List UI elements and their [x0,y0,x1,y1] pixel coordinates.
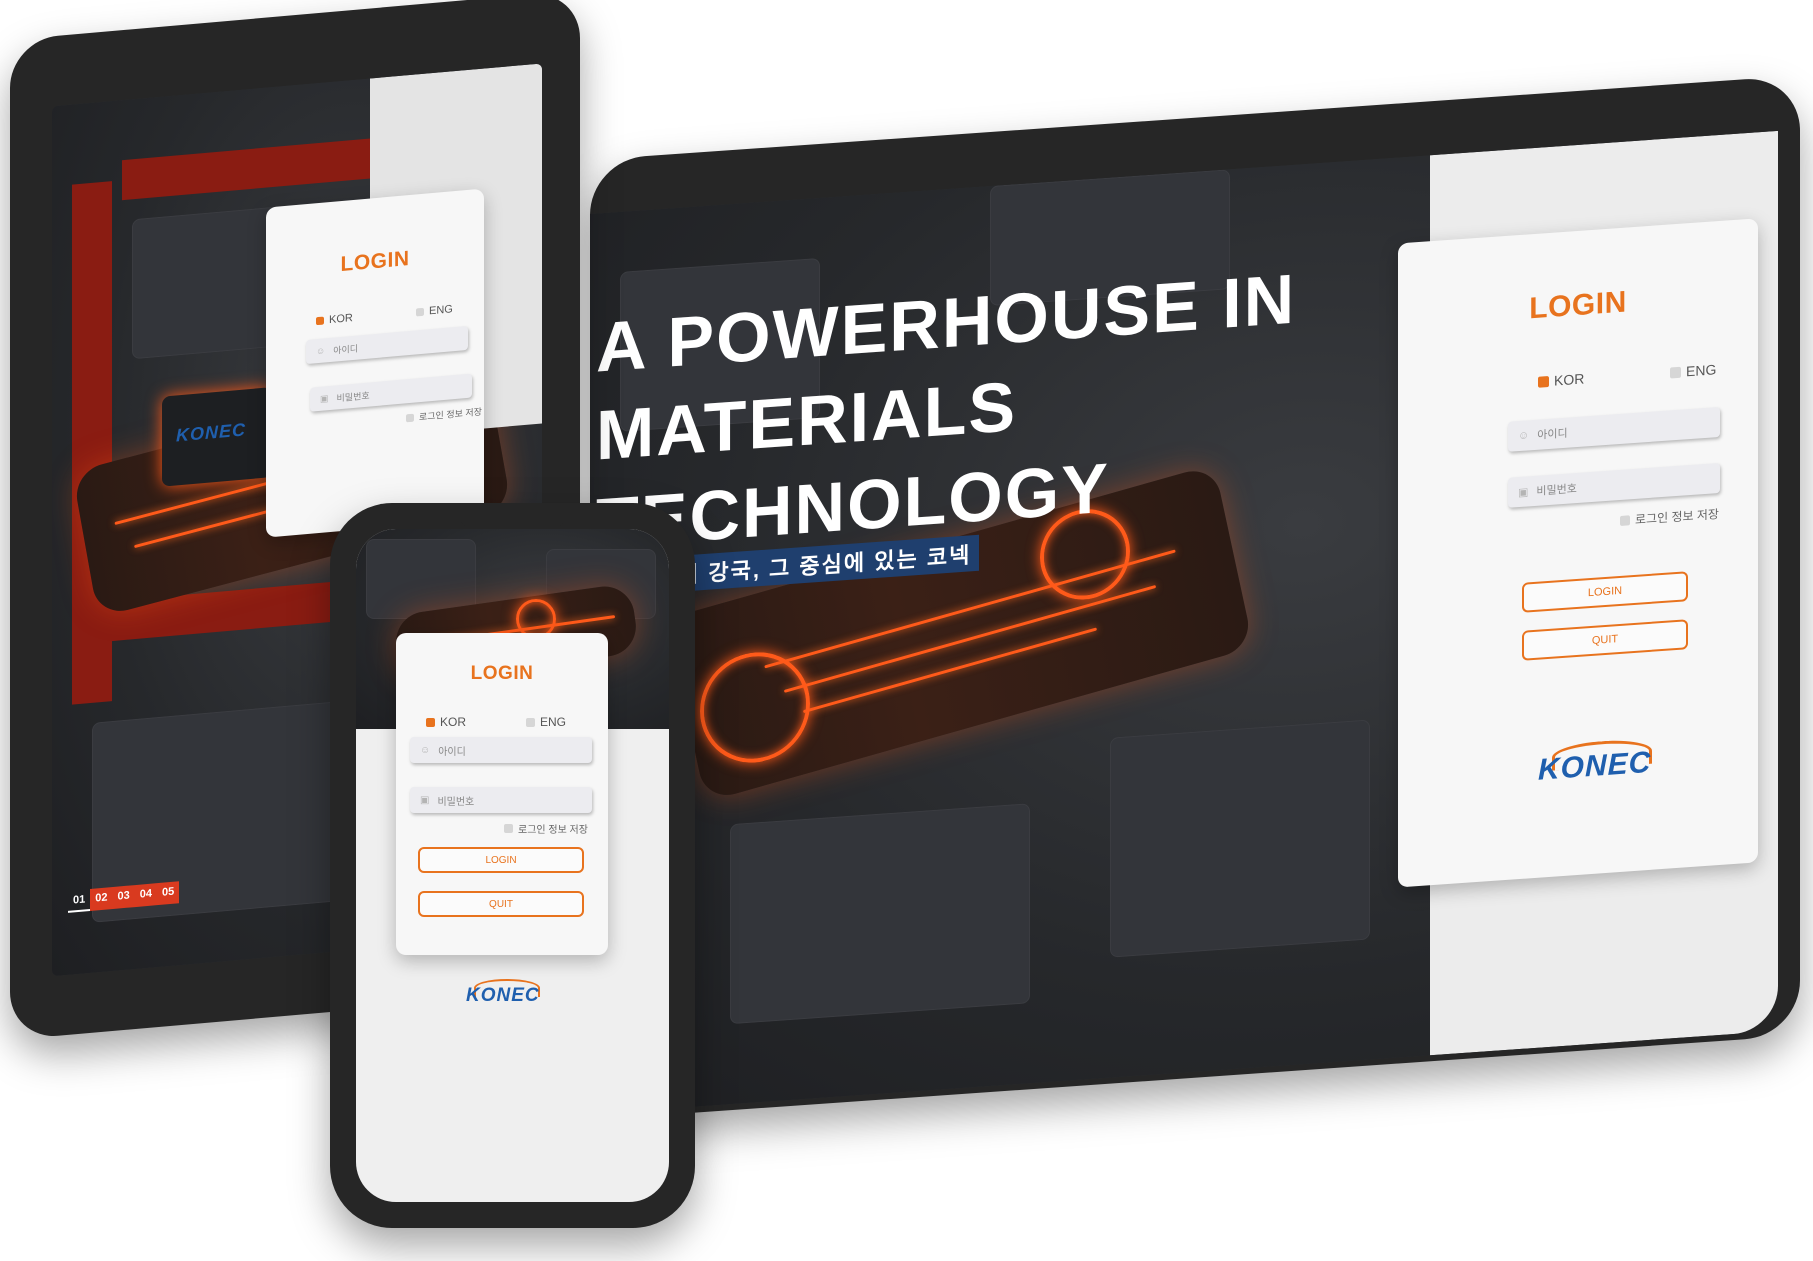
phone-notch [460,511,565,527]
user-icon: ☺ [1518,429,1530,443]
phone-id-input[interactable]: ☺ 아이디 [410,737,592,763]
checkbox-icon[interactable] [426,717,435,727]
lang-option-kor[interactable]: KOR [1538,370,1584,389]
checkbox-icon[interactable] [1538,375,1549,388]
checkbox-icon[interactable] [316,316,324,326]
chip-logo: KONEC [176,419,247,446]
phone-quit-button[interactable]: QUIT [418,891,584,917]
tablet-id-input[interactable]: ☺ 아이디 [306,325,468,365]
tablet-red-bar [122,137,382,201]
phone-login-button[interactable]: LOGIN [418,847,584,873]
pager-item-01[interactable]: 01 [68,888,91,913]
tablet-id-placeholder: 아이디 [333,343,359,356]
logo-text: KONEC [1538,745,1652,787]
tablet-remember-label: 로그인 정보 저장 [419,406,482,423]
checkbox-icon[interactable] [1670,366,1681,378]
password-placeholder: 비밀번호 [1536,482,1577,498]
hero-block [730,803,1030,1025]
konec-logo: KONEC [1538,737,1652,788]
phone-password-placeholder: 비밀번호 [437,796,475,808]
desktop-screen: A POWERHOUSE IN MATERIALS TECHNOLOGY 의 강… [590,130,1778,1114]
user-icon: ☺ [316,345,326,357]
pager-item-05[interactable]: 05 [157,881,180,906]
phone-lang-eng-label: ENG [540,715,567,729]
pager-item-02[interactable]: 02 [90,887,113,911]
checkbox-icon[interactable] [406,413,414,422]
tablet-lang-option-eng[interactable]: ENG [416,303,453,318]
tablet-chip: KONEC [162,387,272,487]
tablet-lang-option-kor[interactable]: KOR [316,312,353,327]
lang-eng-label: ENG [1686,361,1717,380]
phone-lang-option-kor[interactable]: KOR [426,715,466,729]
login-card: LOGIN KOR ENG ☺ 아이디 ▣ 비밀번호 로그인 정보 저장 LOG… [1398,218,1758,888]
hero-title: A POWERHOUSE IN MATERIALS TECHNOLOGY [596,259,1297,563]
tablet-password-placeholder: 비밀번호 [336,390,370,403]
pager-item-04[interactable]: 04 [134,883,157,908]
phone-konec-logo: KONEC [466,979,540,1007]
lock-icon: ▣ [320,392,329,404]
checkbox-icon[interactable] [416,307,424,317]
phone-lang-option-eng[interactable]: ENG [526,715,566,729]
phone-device-frame: LOGIN KOR ENG ☺ 아이디 ▣ 비밀번호 로그인 정보 저장 LOG… [330,503,695,1228]
checkbox-icon[interactable] [504,824,513,833]
tablet-login-card: LOGIN KOR ENG ☺ 아이디 ▣ 비밀번호 로그인 정보 저장 [266,188,484,538]
remember-label: 로그인 정보 저장 [1635,507,1719,527]
phone-login-title: LOGIN [470,663,534,684]
tablet-lang-kor-label: KOR [329,312,353,327]
phone-logo-text: KONEC [466,985,540,1006]
lang-option-eng[interactable]: ENG [1670,361,1716,380]
pager-item-03[interactable]: 03 [112,885,135,910]
remember-login[interactable]: 로그인 정보 저장 [1620,505,1719,529]
id-input[interactable]: ☺ 아이디 [1508,406,1720,452]
lock-icon: ▣ [420,794,430,806]
tablet-lang-eng-label: ENG [429,303,453,318]
phone-login-card: LOGIN KOR ENG ☺ 아이디 ▣ 비밀번호 로그인 정보 저장 LOG… [396,633,608,955]
user-icon: ☺ [420,744,431,756]
tablet-remember-login[interactable]: 로그인 정보 저장 [406,405,482,425]
desktop-device-frame: A POWERHOUSE IN MATERIALS TECHNOLOGY 의 강… [590,75,1800,1121]
tablet-red-bar [72,181,112,705]
phone-screen: LOGIN KOR ENG ☺ 아이디 ▣ 비밀번호 로그인 정보 저장 LOG… [356,529,669,1202]
password-input[interactable]: ▣ 비밀번호 [1508,462,1720,508]
quit-button[interactable]: QUIT [1522,619,1688,661]
phone-id-placeholder: 아이디 [438,746,466,758]
lang-kor-label: KOR [1554,370,1585,389]
phone-password-input[interactable]: ▣ 비밀번호 [410,787,592,813]
phone-remember-login[interactable]: 로그인 정보 저장 [504,821,588,836]
tablet-password-input[interactable]: ▣ 비밀번호 [310,373,472,412]
login-title: LOGIN [1529,285,1627,326]
lock-icon: ▣ [1518,485,1529,499]
hero-block [1110,719,1370,958]
phone-remember-label: 로그인 정보 저장 [518,825,588,836]
checkbox-icon[interactable] [526,717,535,727]
login-button[interactable]: LOGIN [1522,571,1688,613]
checkbox-icon[interactable] [1620,514,1630,526]
phone-lang-kor-label: KOR [440,715,467,729]
tablet-login-title: LOGIN [340,247,410,277]
id-placeholder: 아이디 [1537,427,1568,442]
